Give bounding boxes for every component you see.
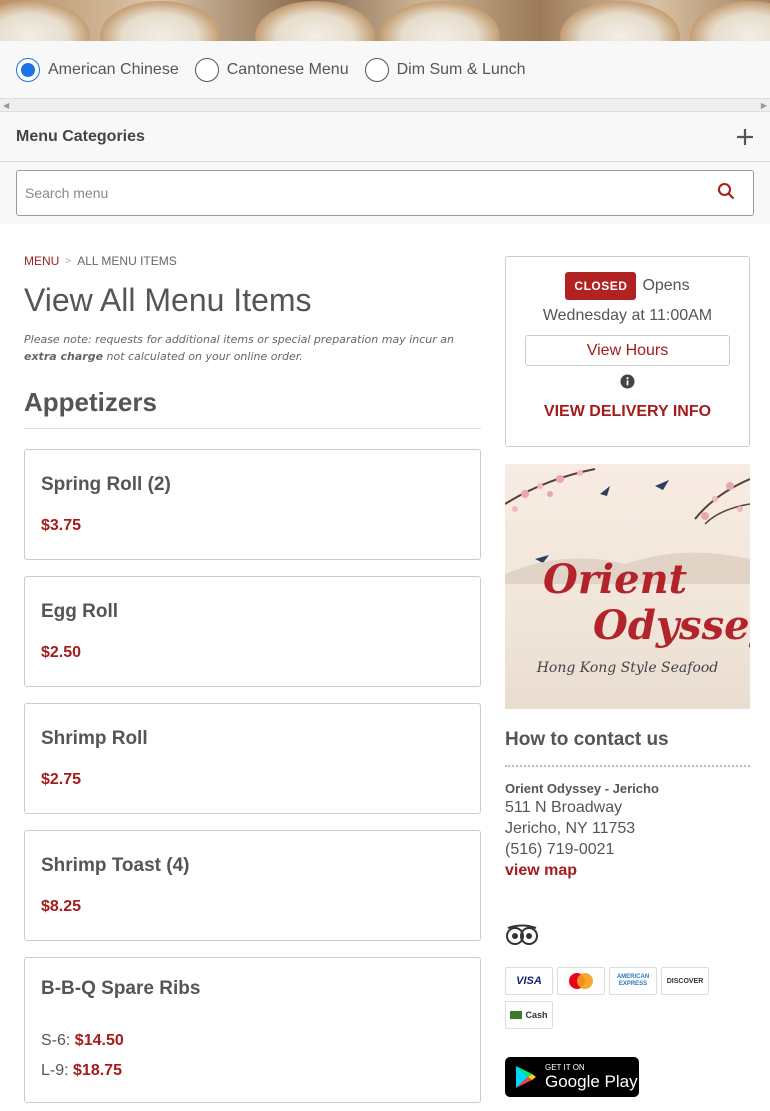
view-hours-button[interactable]: View Hours — [525, 335, 730, 366]
dim-sum-basket — [380, 1, 500, 41]
search-input[interactable] — [25, 185, 707, 201]
view-map-link[interactable]: view map — [505, 862, 750, 880]
search-box[interactable] — [16, 170, 754, 216]
closed-badge: CLOSED — [565, 272, 637, 300]
logo-text-orient: Orient — [543, 556, 688, 603]
visa-card-icon: VISA — [505, 967, 553, 995]
menu-option-dim-sum[interactable]: Dim Sum & Lunch — [364, 57, 526, 82]
dim-sum-basket — [560, 1, 680, 41]
breadcrumb-current: ALL MENU ITEMS — [77, 254, 177, 268]
item-size-price: L-9: $18.75 — [41, 1062, 464, 1080]
discover-label: DISCOVER — [666, 977, 704, 985]
amex-card-icon: AMERICAN EXPRESS — [609, 967, 657, 995]
item-price: $3.75 — [41, 517, 82, 534]
size-price: $14.50 — [74, 1032, 124, 1049]
opens-time: Wednesday at 11:00AM — [542, 307, 713, 324]
google-play-small-text: GET IT ON — [545, 1062, 585, 1072]
horizontal-scrollbar[interactable]: ◀ ▶ — [0, 98, 770, 112]
note-bold: extra charge — [24, 350, 104, 363]
dim-sum-basket — [255, 1, 375, 41]
opens-label: Opens — [642, 277, 690, 294]
item-size-price: S-6: $14.50 — [41, 1032, 464, 1050]
breadcrumb: MENU > ALL MENU ITEMS — [24, 254, 481, 268]
cash-label: Cash — [525, 1010, 548, 1020]
item-price: $8.25 — [41, 898, 82, 915]
cash-icon: Cash — [505, 1001, 553, 1029]
contact-address-2: Jericho, NY 11753 — [505, 820, 636, 837]
status-row: CLOSED Opens — [506, 272, 749, 300]
note-text: Please note: requests for additional ite… — [24, 333, 454, 346]
search-icon[interactable] — [707, 182, 745, 205]
tripadvisor-icon[interactable] — [505, 924, 750, 951]
note-text: not calculated on your online order. — [103, 350, 303, 363]
chevron-right-icon: > — [65, 255, 72, 267]
item-price: $2.75 — [41, 771, 82, 788]
scroll-right-icon[interactable]: ▶ — [761, 101, 767, 110]
menu-option-label: Cantonese Menu — [226, 60, 349, 78]
contact-address-1: 511 N Broadway — [505, 799, 623, 816]
menu-item-card[interactable]: Spring Roll (2) $3.75 — [24, 449, 481, 560]
item-name: Shrimp Roll — [41, 728, 148, 749]
logo-tagline: Hong Kong Style Seafood — [536, 660, 719, 676]
menu-item-card[interactable]: B-B-Q Spare Ribs S-6: $14.50 L-9: $18.75 — [24, 957, 481, 1103]
view-delivery-info-link[interactable]: VIEW DELIVERY INFO — [506, 403, 749, 421]
contact-phone[interactable]: (516) 719-0021 — [505, 841, 750, 859]
search-bar — [0, 162, 770, 224]
menu-option-label: American Chinese — [48, 60, 179, 78]
radio-button[interactable] — [364, 57, 389, 82]
logo-text-odyssey: Odyssey — [593, 602, 750, 649]
order-note: Please note: requests for additional ite… — [24, 331, 481, 365]
mastercard-icon — [557, 967, 605, 995]
menu-item-card[interactable]: Shrimp Toast (4) $8.25 — [24, 830, 481, 941]
menu-item-card[interactable]: Egg Roll $2.50 — [24, 576, 481, 687]
amex-label: AMERICAN EXPRESS — [616, 974, 650, 987]
item-name: B-B-Q Spare Ribs — [41, 978, 201, 999]
info-icon[interactable] — [506, 374, 749, 389]
radio-button[interactable] — [194, 57, 219, 82]
page-title: View All Menu Items — [24, 282, 312, 318]
item-name: Egg Roll — [41, 601, 119, 622]
restaurant-logo: Orient Odyssey Hong Kong Style Seafood — [505, 464, 750, 709]
menu-option-label: Dim Sum & Lunch — [396, 60, 526, 78]
google-play-icon — [516, 1066, 536, 1088]
hero-banner — [0, 0, 770, 41]
radio-button[interactable] — [16, 57, 40, 82]
menu-categories-title: Menu Categories — [16, 127, 145, 145]
scroll-left-icon[interactable]: ◀ — [3, 101, 9, 110]
contact-heading: How to contact us — [505, 729, 750, 767]
menu-option-cantonese[interactable]: Cantonese Menu — [194, 57, 349, 82]
dim-sum-basket — [0, 1, 90, 41]
dim-sum-basket — [690, 1, 770, 41]
size-label: L-9: — [41, 1062, 69, 1079]
item-name: Spring Roll (2) — [41, 474, 171, 495]
size-price: $18.75 — [73, 1062, 122, 1079]
menu-option-american-chinese[interactable]: American Chinese — [16, 57, 179, 82]
sidebar: CLOSED Opens Wednesday at 11:00AM View H… — [505, 224, 750, 1103]
dim-sum-basket — [100, 1, 220, 41]
menu-categories-toggle[interactable]: Menu Categories — [0, 112, 770, 162]
status-box: CLOSED Opens Wednesday at 11:00AM View H… — [505, 256, 750, 447]
payment-methods: VISA AMERICAN EXPRESS DISCOVER Cash — [505, 967, 715, 1035]
visa-label: VISA — [516, 975, 542, 987]
size-label: S-6: — [41, 1032, 71, 1049]
main-content: MENU > ALL MENU ITEMS View All Menu Item… — [0, 224, 770, 1103]
item-price: $2.50 — [41, 644, 82, 661]
breadcrumb-menu-link[interactable]: MENU — [24, 254, 59, 268]
google-play-button[interactable]: GET IT ON Google Play — [505, 1057, 639, 1097]
menu-item-card[interactable]: Shrimp Roll $2.75 — [24, 703, 481, 814]
contact-name: Orient Odyssey - Jericho — [505, 781, 659, 796]
item-name: Shrimp Toast (4) — [41, 855, 190, 876]
plus-icon[interactable] — [736, 123, 754, 151]
menu-selector: American Chinese Cantonese Menu Dim Sum … — [0, 41, 770, 98]
discover-card-icon: DISCOVER — [661, 967, 709, 995]
google-play-big-text: Google Play — [545, 1071, 638, 1091]
section-title: Appetizers — [24, 387, 481, 429]
menu-column: MENU > ALL MENU ITEMS View All Menu Item… — [24, 224, 481, 1103]
